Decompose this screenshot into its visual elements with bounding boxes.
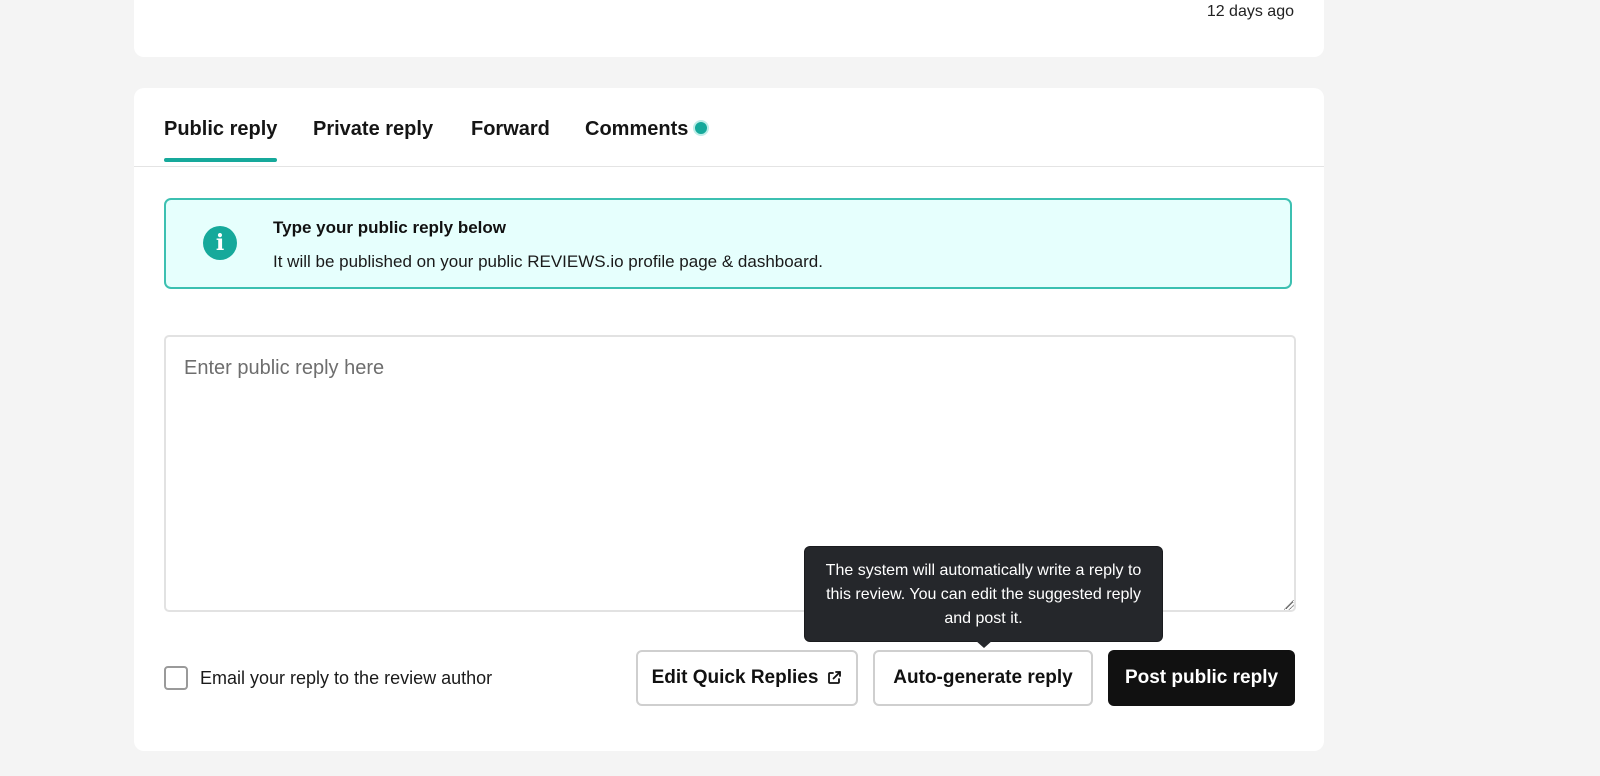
post-public-reply-button[interactable]: Post public reply	[1108, 650, 1295, 706]
email-author-label[interactable]: Email your reply to the review author	[200, 668, 492, 689]
tab-label: Comments	[585, 118, 689, 140]
comments-indicator-dot	[693, 119, 710, 136]
review-timestamp: 12 days ago	[1206, 3, 1294, 20]
tab-label: Public reply	[164, 118, 278, 140]
edit-quick-replies-label: Edit Quick Replies	[651, 667, 819, 688]
tab-private-reply[interactable]: Private reply	[313, 118, 433, 141]
tooltip-arrow	[975, 640, 993, 648]
info-text: It will be published on your public REVI…	[273, 252, 823, 271]
email-author-checkbox[interactable]	[164, 666, 188, 690]
info-title: Type your public reply below	[273, 218, 507, 237]
info-icon: i	[203, 226, 237, 260]
post-public-reply-label: Post public reply	[1124, 667, 1279, 688]
auto-generate-reply-button[interactable]: Auto-generate reply	[873, 650, 1093, 706]
tab-label: Private reply	[313, 118, 434, 140]
tab-public-reply[interactable]: Public reply	[164, 118, 278, 162]
tab-forward[interactable]: Forward	[471, 118, 550, 141]
reply-tabs: Public reply Private reply Forward Comme…	[134, 88, 1324, 167]
auto-generate-label: Auto-generate reply	[893, 667, 1073, 688]
edit-quick-replies-button[interactable]: Edit Quick Replies	[636, 650, 858, 706]
tooltip-text: The system will automatically write a re…	[825, 562, 1142, 627]
info-banner: i Type your public reply below It will b…	[164, 198, 1292, 289]
auto-generate-tooltip: The system will automatically write a re…	[805, 547, 1162, 641]
review-card: 12 days ago	[134, 0, 1324, 57]
tab-label: Forward	[471, 118, 550, 140]
external-link-icon	[826, 670, 842, 686]
reply-panel: Public reply Private reply Forward Comme…	[134, 88, 1324, 751]
tab-comments[interactable]: Comments	[585, 118, 710, 141]
